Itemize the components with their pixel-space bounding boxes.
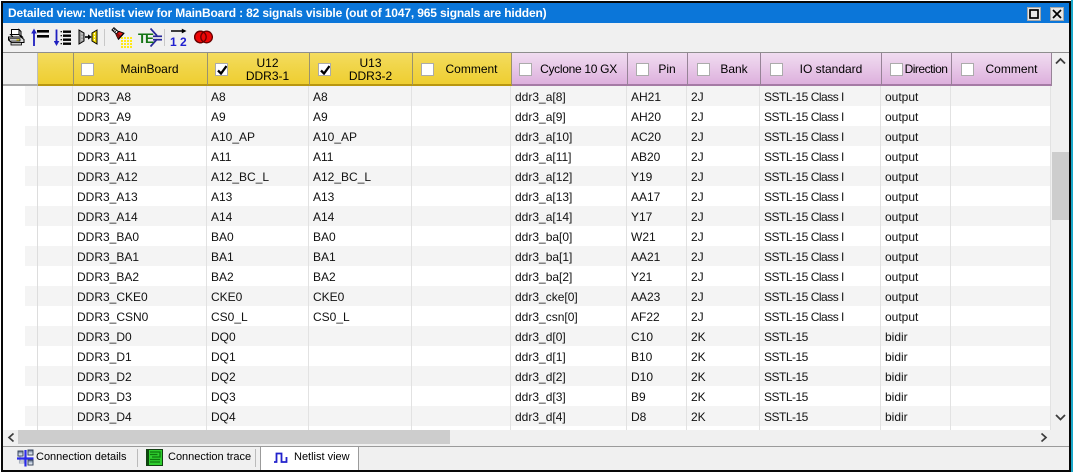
svg-text:1 2: 1 2 bbox=[170, 35, 187, 48]
svg-text:TE: TE bbox=[138, 31, 154, 46]
